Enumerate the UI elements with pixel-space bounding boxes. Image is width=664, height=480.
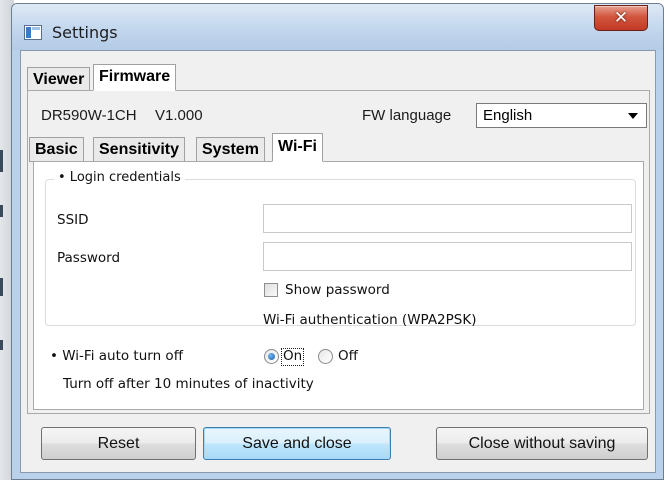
settings-window: Settings ✕ Viewer Firmware DR590W-1CH V1… (11, 3, 664, 480)
tab-basic[interactable]: Basic (29, 137, 84, 162)
wifi-panel: • Login credentials SSID Password Show p… (33, 161, 644, 410)
close-window-button[interactable]: ✕ (594, 5, 648, 31)
show-password-label: Show password (285, 282, 390, 298)
ssid-label: SSID (57, 212, 89, 228)
show-password-checkbox[interactable] (264, 283, 278, 297)
window-title: Settings (52, 23, 118, 42)
focus-rectangle (281, 348, 304, 366)
fw-language-value: English (483, 107, 533, 124)
auto-off-off-radio[interactable] (318, 349, 333, 364)
tab-label: Viewer (33, 71, 85, 88)
tab-label: Sensitivity (99, 141, 180, 158)
ssid-input[interactable] (263, 204, 632, 233)
fw-language-label: FW language (362, 107, 452, 124)
close-without-saving-button[interactable]: Close without saving (436, 427, 648, 460)
tab-system[interactable]: System (196, 137, 265, 162)
settings-window-icon (24, 25, 42, 40)
tab-label: Wi-Fi (278, 138, 317, 155)
auto-off-on-radio[interactable] (264, 349, 279, 364)
auto-off-off-label: Off (338, 348, 358, 364)
window-client-area: Viewer Firmware DR590W-1CH V1.000 FW lan… (20, 50, 656, 473)
close-icon: ✕ (613, 8, 629, 28)
tab-viewer[interactable]: Viewer (27, 67, 91, 91)
device-model: DR590W-1CH (41, 107, 137, 124)
wifi-authentication-text: Wi-Fi authentication (WPA2PSK) (263, 312, 477, 328)
device-version: V1.000 (155, 107, 203, 124)
tab-wifi[interactable]: Wi-Fi (272, 133, 323, 162)
reset-button[interactable]: Reset (41, 427, 196, 460)
chevron-down-icon (628, 113, 638, 119)
tab-label: Firmware (99, 68, 171, 85)
title-bar[interactable]: Settings ✕ (12, 4, 663, 50)
tab-sensitivity[interactable]: Sensitivity (93, 137, 186, 162)
password-input[interactable] (263, 242, 632, 271)
fw-language-select[interactable]: English (476, 103, 647, 128)
wifi-auto-off-label: • Wi-Fi auto turn off (50, 348, 183, 364)
password-label: Password (57, 250, 121, 266)
tab-label: System (202, 141, 259, 158)
save-and-close-button[interactable]: Save and close (203, 427, 391, 460)
tab-label: Basic (35, 141, 78, 158)
login-credentials-title: • Login credentials (54, 170, 185, 185)
auto-off-note: Turn off after 10 minutes of inactivity (63, 376, 314, 392)
tab-firmware[interactable]: Firmware (93, 64, 177, 91)
